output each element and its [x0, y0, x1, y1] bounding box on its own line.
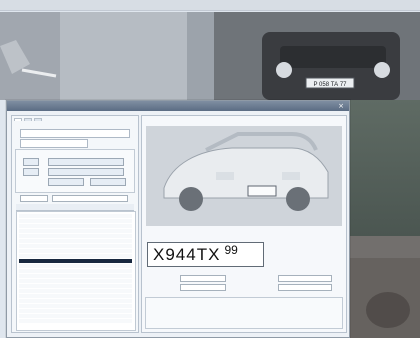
list-item[interactable]: [19, 219, 132, 223]
list-item[interactable]: [19, 239, 132, 243]
list-item[interactable]: [19, 299, 132, 303]
results-list-header: [16, 204, 134, 211]
list-item[interactable]: [19, 234, 132, 238]
list-item[interactable]: [19, 294, 132, 298]
list-item[interactable]: [19, 249, 132, 253]
plate-display: X944TX 99: [147, 242, 264, 267]
option-field-2[interactable]: [48, 168, 124, 176]
list-item[interactable]: [19, 264, 132, 268]
left-panel: [11, 115, 139, 333]
small-field[interactable]: [52, 195, 128, 202]
details-area: [145, 297, 343, 329]
info-field-4: [278, 284, 332, 291]
plate-main: X944TX: [153, 245, 221, 264]
list-item[interactable]: [19, 214, 132, 218]
top-filter-field[interactable]: [20, 129, 130, 138]
options-group: [15, 149, 135, 193]
option-toggle-2[interactable]: [23, 168, 39, 176]
list-item[interactable]: [19, 279, 132, 283]
camera-feed-4[interactable]: [348, 236, 420, 338]
camera-feed-4-scene: [348, 236, 420, 338]
list-item[interactable]: [19, 254, 132, 258]
list-item[interactable]: [19, 229, 132, 233]
list-item[interactable]: [19, 244, 132, 248]
svg-text:P 058 ТА 77: P 058 ТА 77: [313, 82, 347, 88]
camera-feed-3[interactable]: [348, 100, 420, 236]
recognition-window: × X944TX 99: [6, 100, 350, 338]
secondary-filter-field[interactable]: [20, 139, 88, 148]
option-toggle-1[interactable]: [23, 158, 39, 166]
tab-secondary[interactable]: [24, 118, 32, 121]
close-icon[interactable]: ×: [337, 102, 345, 110]
panel-tabs: [12, 116, 138, 121]
vehicle-photo[interactable]: [146, 126, 342, 226]
option-field-3[interactable]: [48, 178, 84, 186]
option-field-4[interactable]: [90, 178, 126, 186]
info-field-2: [180, 284, 226, 291]
camera-feed-2[interactable]: P 058 ТА 77: [214, 12, 420, 100]
camera-feed-2-scene: P 058 ТА 77: [214, 12, 420, 100]
selected-list-item[interactable]: [19, 259, 132, 263]
list-item[interactable]: [19, 304, 132, 308]
list-item[interactable]: [19, 274, 132, 278]
camera-feed-1-scene: [0, 12, 214, 100]
small-button[interactable]: [20, 195, 48, 202]
plate-region: 99: [224, 243, 238, 257]
list-item[interactable]: [19, 284, 132, 288]
list-item[interactable]: [19, 314, 132, 318]
list-item[interactable]: [19, 289, 132, 293]
vehicle-photo-scene: [146, 126, 342, 226]
desktop-screen: P 058 ТА 77 × X944TX 99: [0, 0, 420, 338]
window-titlebar: ×: [7, 101, 349, 111]
info-field-3: [278, 275, 332, 282]
results-list[interactable]: [16, 211, 136, 331]
info-field-1: [180, 275, 226, 282]
camera-feed-1[interactable]: [0, 12, 214, 100]
right-panel: X944TX 99: [141, 115, 347, 333]
option-field-1[interactable]: [48, 158, 124, 166]
list-item[interactable]: [19, 309, 132, 313]
top-bar: [0, 0, 420, 11]
list-item[interactable]: [19, 224, 132, 228]
tab-main[interactable]: [14, 118, 22, 121]
tab-third[interactable]: [34, 118, 42, 121]
list-item[interactable]: [19, 269, 132, 273]
list-item[interactable]: [19, 319, 132, 323]
